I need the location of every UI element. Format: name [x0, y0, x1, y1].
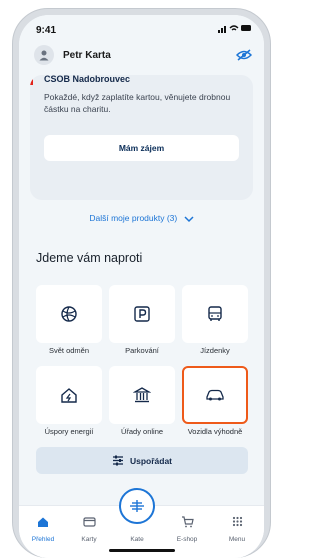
person-icon	[39, 50, 49, 61]
charity-description: Pokaždé, když zaplatíte kartou, věnujete…	[44, 92, 231, 114]
cart-icon	[181, 516, 194, 528]
kate-button[interactable]	[119, 488, 155, 524]
house-energy-icon	[61, 388, 77, 403]
charity-title: CSOB Nadobrouvec	[44, 75, 131, 84]
nav-item-menu[interactable]: Menu	[217, 516, 257, 543]
nav-label: Karty	[81, 536, 97, 543]
card-icon	[82, 517, 96, 527]
tile-label: Úspory energií	[44, 427, 94, 436]
sliders-icon	[112, 455, 123, 466]
globe-icon	[61, 306, 77, 322]
tile-jizdenky[interactable]	[182, 285, 248, 343]
government-building-icon	[133, 387, 151, 403]
phone-screen-frame: 9:41 Petr Karta CSOB Nadobrouvec Pokaždé…	[19, 15, 264, 558]
home-icon	[38, 517, 48, 527]
home-indicator	[109, 549, 175, 552]
charity-accent-bar	[30, 75, 33, 85]
avatar[interactable]	[34, 45, 54, 65]
tile-label: Parkování	[125, 346, 159, 355]
tile-vozidla-vyhodne[interactable]	[182, 366, 248, 424]
nav-item-prehled[interactable]: Přehled	[23, 516, 63, 543]
reorder-button[interactable]: Uspořádat	[36, 447, 248, 474]
parking-icon	[134, 306, 150, 322]
status-icons	[218, 24, 252, 35]
grid-menu-icon	[232, 516, 242, 527]
tile-label: Vozidla výhodně	[187, 427, 243, 436]
car-icon	[206, 389, 224, 401]
tile-uspory-energii[interactable]	[36, 366, 102, 424]
app-screen: 9:41 Petr Karta CSOB Nadobrouvec Pokaždé…	[19, 15, 264, 558]
kate-assistant-icon	[130, 500, 144, 512]
chevron-down-icon	[184, 216, 194, 222]
nav-item-eshop[interactable]: E-shop	[167, 516, 207, 543]
tile-svet-odmen[interactable]	[36, 285, 102, 343]
nav-label: Přehled	[31, 536, 55, 543]
nav-label: Menu	[228, 536, 246, 543]
status-time: 9:41	[36, 25, 57, 36]
nav-label: E-shop	[176, 536, 198, 543]
signal-wifi-battery-icon	[218, 25, 251, 33]
nav-item-kate[interactable]: Kate	[117, 488, 157, 543]
nav-item-karty[interactable]: Karty	[69, 516, 109, 543]
tile-parkovani[interactable]	[109, 285, 175, 343]
tile-label: Úřady online	[120, 427, 164, 436]
more-products-link[interactable]: Další moje produkty (3)	[19, 213, 264, 223]
tile-label: Jízdenky	[200, 346, 230, 355]
charity-card: CSOB Nadobrouvec Pokaždé, když zaplatíte…	[30, 75, 253, 200]
interest-button[interactable]: Mám zájem	[44, 135, 239, 161]
status-bar: 9:41	[19, 15, 264, 41]
eye-off-icon[interactable]	[236, 48, 252, 62]
tile-label: Svět odměn	[48, 346, 90, 355]
more-products-label: Další moje produkty (3)	[89, 213, 178, 223]
nav-label: Kate	[130, 536, 144, 543]
section-title: Jdeme vám naproti	[36, 251, 143, 265]
profile-bar[interactable]: Petr Karta	[19, 39, 264, 73]
reorder-label: Uspořádat	[129, 455, 173, 466]
tile-urady-online[interactable]	[109, 366, 175, 424]
profile-name: Petr Karta	[63, 50, 111, 61]
bus-icon	[208, 306, 222, 321]
